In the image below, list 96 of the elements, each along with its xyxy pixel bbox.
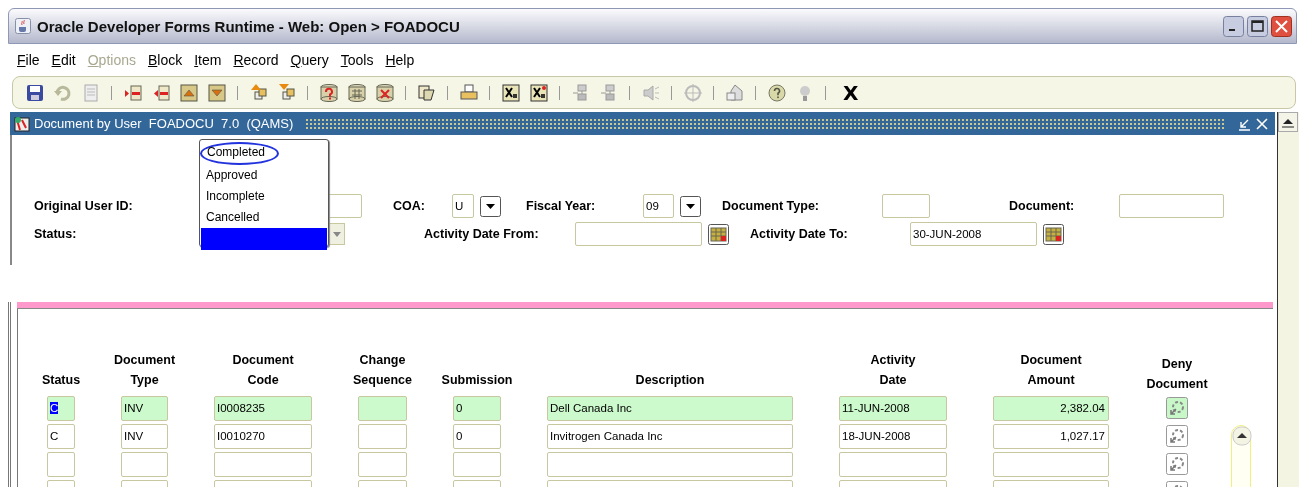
column-header: Description [635, 372, 705, 389]
column-header: Change Sequence [352, 352, 413, 389]
deny-document-button[interactable] [1166, 425, 1188, 447]
table-cell[interactable] [358, 395, 407, 421]
table-cell[interactable]: 1,027.17 [993, 423, 1109, 449]
menu-item[interactable]: Item [194, 52, 222, 68]
previous-block-icon[interactable] [179, 82, 199, 103]
scroll-up-button[interactable] [1278, 112, 1298, 132]
column-header: Document Amount [1020, 352, 1082, 389]
copy-pages-icon[interactable] [417, 82, 437, 103]
document-field[interactable] [1119, 194, 1224, 218]
menu-item[interactable]: Record [233, 52, 279, 68]
table-cell[interactable]: C [47, 423, 75, 449]
menu-item[interactable]: Help [385, 52, 415, 68]
table-cell[interactable] [358, 423, 407, 449]
database-x-icon[interactable] [375, 82, 395, 103]
form-icon [14, 115, 30, 132]
scroll-up-button[interactable] [1232, 426, 1252, 446]
table-cell[interactable] [47, 451, 75, 477]
maximize-button[interactable] [1247, 15, 1268, 37]
fiscal-year-field[interactable]: 09 [643, 194, 674, 218]
calendar-icon[interactable] [1043, 223, 1064, 245]
table-cell[interactable]: Invitrogen Canada Inc [547, 423, 793, 449]
form-title: Document by User FOADOCU 7.0 (QAMS) [34, 116, 294, 131]
field-label: Fiscal Year: [526, 199, 597, 213]
deny-document-button[interactable] [1166, 397, 1188, 419]
database-icon[interactable] [347, 82, 367, 103]
close-button[interactable] [1271, 15, 1292, 37]
field-label: Activity Date To: [750, 227, 849, 241]
table-cell[interactable]: Dell Canada Inc [547, 395, 793, 421]
table-cell[interactable]: 11-JUN-2008 [839, 395, 947, 421]
table-cell[interactable]: C [47, 395, 75, 421]
table-cell[interactable]: I0010270 [214, 423, 312, 449]
printer-icon[interactable] [459, 82, 479, 103]
menu-item[interactable]: Edit [51, 52, 76, 68]
help-icon[interactable] [767, 82, 787, 103]
activity-date-to-field[interactable]: 30-JUN-2008 [910, 222, 1037, 246]
dropdown-button[interactable] [480, 195, 501, 217]
column-header: Submission [441, 372, 513, 389]
database-question-icon[interactable] [319, 82, 339, 103]
field-label: Status: [34, 227, 78, 241]
field-label: Activity Date From: [424, 227, 540, 241]
table-cell[interactable] [839, 451, 947, 477]
table-cell[interactable] [214, 451, 312, 477]
save-icon[interactable] [25, 82, 45, 103]
dropdown-option[interactable]: Completed [200, 142, 279, 165]
dropdown-option[interactable]: Incomplete [203, 186, 325, 207]
field-label: Document: [1009, 199, 1076, 213]
column-header: Document Code [232, 352, 294, 389]
caret-icon [332, 229, 342, 239]
document-type-field[interactable] [882, 194, 930, 218]
table-cell[interactable]: 0 [453, 423, 501, 449]
crosshair-icon[interactable] [683, 82, 703, 103]
coa-field[interactable]: U [452, 194, 474, 218]
speaker-icon[interactable] [641, 82, 661, 103]
menu-item[interactable]: Query [290, 52, 329, 68]
field-label: Document Type: [722, 199, 820, 213]
table-cell[interactable]: 2,382.04 [993, 395, 1109, 421]
table-cell[interactable] [547, 451, 793, 477]
dropdown-option[interactable]: Cancelled [203, 207, 325, 228]
window-title: Oracle Developer Forms Runtime - Web: Open > FOADOCU [37, 17, 460, 35]
delete-record-icon[interactable] [151, 82, 171, 103]
minimize-button[interactable] [1223, 15, 1244, 37]
calendar-icon[interactable] [708, 223, 729, 245]
table-cell[interactable]: INV [121, 423, 168, 449]
dropdown-button[interactable] [680, 195, 701, 217]
column-header: Document Type [113, 352, 176, 389]
window-scrollbar[interactable] [1277, 112, 1299, 487]
deny-document-button[interactable] [1166, 453, 1188, 475]
house-icon[interactable] [725, 82, 745, 103]
xs-icon[interactable] [501, 82, 521, 103]
table-cell[interactable] [453, 451, 501, 477]
exit-button[interactable]: X [843, 80, 859, 105]
next-block-icon[interactable] [207, 82, 227, 103]
table-cell[interactable]: INV [121, 395, 168, 421]
table-cell[interactable]: I0008235 [214, 395, 312, 421]
column-header: Status [41, 372, 81, 389]
table-cell[interactable] [993, 451, 1109, 477]
down-arrow-stack-icon[interactable] [277, 82, 297, 103]
field-label: COA: [393, 199, 426, 213]
table-cell[interactable] [121, 451, 168, 477]
menu-item[interactable]: Tools [340, 52, 374, 68]
table-cell[interactable]: 0 [453, 395, 501, 421]
menu-item[interactable]: File [17, 52, 40, 68]
coffee-cup-icon [15, 18, 31, 34]
insert-record-icon[interactable] [123, 82, 143, 103]
activity-date-from-field[interactable] [575, 222, 702, 246]
column-header: Activity Date [870, 352, 916, 389]
close-form-button[interactable] [1255, 116, 1269, 131]
up-arrow-stack-icon[interactable] [249, 82, 269, 103]
field-label: Original User ID: [34, 199, 134, 213]
dropdown-option[interactable]: Approved [203, 165, 325, 186]
table-cell[interactable] [358, 451, 407, 477]
menu-item[interactable]: Block [147, 52, 183, 68]
table-cell[interactable]: 18-JUN-2008 [839, 423, 947, 449]
column-header: Deny Document [1146, 356, 1208, 393]
